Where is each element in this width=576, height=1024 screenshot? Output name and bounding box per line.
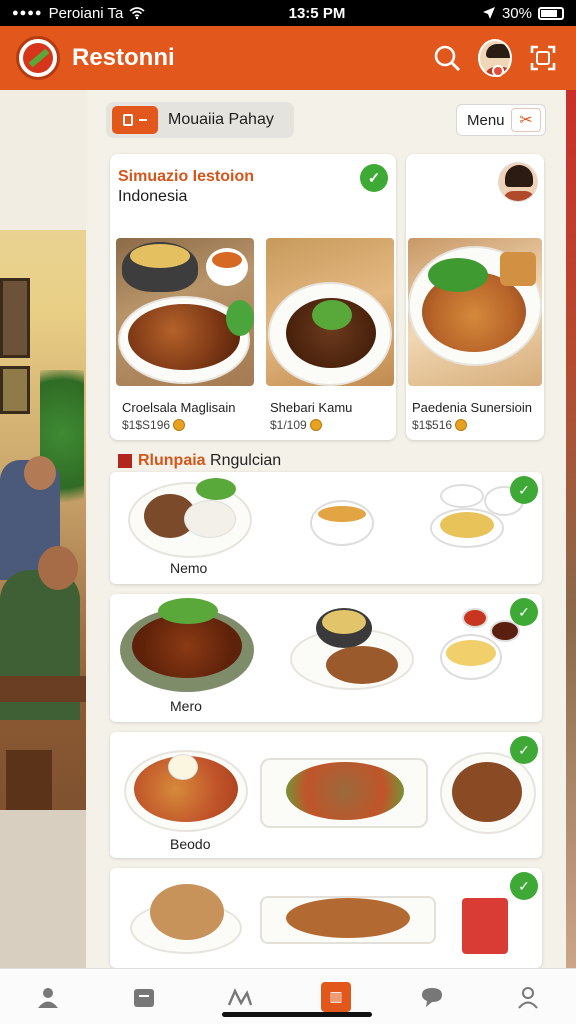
add-check-icon[interactable]: ✓ xyxy=(510,736,538,764)
menu-item-label: Nemo xyxy=(170,560,208,576)
dish-image[interactable] xyxy=(408,238,542,386)
battery-icon xyxy=(538,6,564,20)
menu-item-card[interactable]: Nemo ✓ xyxy=(110,472,542,584)
restaurant-name: Simuazio Iestoion xyxy=(118,168,255,185)
background-photo xyxy=(0,90,86,968)
section-header: Rlunpaia Rngulcian xyxy=(118,452,281,470)
orders-icon xyxy=(134,988,154,1007)
dish-image[interactable] xyxy=(116,238,254,386)
add-check-icon[interactable]: ✓ xyxy=(510,476,538,504)
location-label: Mouaiia Pahay xyxy=(168,111,274,128)
restaurant-card[interactable]: Paedenia Sunersioin $1$516 xyxy=(406,154,544,440)
scan-button[interactable] xyxy=(526,41,560,75)
search-button[interactable] xyxy=(430,41,464,75)
coin-icon xyxy=(173,419,186,431)
menu-button[interactable]: Menu ✂ xyxy=(456,104,546,136)
dish-price: $1/109 xyxy=(270,418,322,432)
app-logo[interactable] xyxy=(16,36,60,80)
section-marker-icon xyxy=(118,454,132,468)
section-title-rest: Rngulcian xyxy=(205,452,282,469)
status-bar: ●●●● Peroiani Ta 13:5 PM 30% xyxy=(0,0,576,26)
home-indicator xyxy=(222,1012,372,1017)
menu-item-label: Mero xyxy=(170,698,202,714)
section-title: Rlunpaia Rngulcian xyxy=(138,452,281,470)
add-check-icon[interactable]: ✓ xyxy=(510,872,538,900)
menu-button-label: Menu xyxy=(467,111,505,129)
location-selector[interactable]: Mouaiia Pahay xyxy=(106,102,294,138)
menu-item-card[interactable]: ✓ xyxy=(110,868,542,968)
background-photo-right xyxy=(566,90,576,968)
store-icon xyxy=(112,106,158,134)
dish-image[interactable] xyxy=(266,238,394,386)
profile-icon xyxy=(38,987,58,1008)
battery-percent: 30% xyxy=(501,4,532,22)
nav-orders[interactable] xyxy=(122,975,166,1019)
dish-name: Croelsala Maglisain xyxy=(122,400,236,415)
dish-name: Shebari Kamu xyxy=(270,400,353,415)
chat-icon xyxy=(422,987,442,1007)
price-text: $1/109 xyxy=(270,418,307,432)
signal-icon: ●●●● xyxy=(12,7,43,19)
verified-check-icon: ✓ xyxy=(360,164,388,192)
coin-icon xyxy=(309,419,322,431)
section-title-accent: Rlunpaia xyxy=(138,452,206,469)
search-icon xyxy=(434,45,460,71)
location-arrow-icon xyxy=(482,7,495,19)
coin-icon xyxy=(455,419,468,431)
notification-dot xyxy=(492,65,504,77)
price-text: $1$S196 xyxy=(122,418,171,432)
cutlery-icon: ✂ xyxy=(511,108,541,132)
menu-item-card[interactable]: Mero ✓ xyxy=(110,594,542,722)
nav-chat[interactable] xyxy=(410,975,454,1019)
dish-price: $1$516 xyxy=(412,418,468,432)
price-text: $1$516 xyxy=(412,418,453,432)
menu-tab-icon: ▥ xyxy=(321,981,351,1012)
wifi-icon xyxy=(129,7,145,19)
nav-profile[interactable] xyxy=(26,975,70,1019)
menu-item-card[interactable]: Beodo ✓ xyxy=(110,732,542,858)
host-avatar xyxy=(498,162,538,202)
account-icon xyxy=(518,986,538,1009)
dish-name: Paedenia Sunersioin xyxy=(412,400,532,415)
nav-account[interactable] xyxy=(506,975,550,1019)
status-time: 13:5 PM xyxy=(288,4,346,22)
dish-price: $1$S196 xyxy=(122,418,186,432)
routes-icon xyxy=(227,987,253,1005)
app-bar: Restonni xyxy=(0,26,576,90)
carrier-label: Peroiani Ta xyxy=(48,4,124,22)
restaurant-country: Indonesia xyxy=(118,188,188,205)
add-check-icon[interactable]: ✓ xyxy=(510,598,538,626)
app-title: Restonni xyxy=(72,44,175,71)
menu-sheet: Mouaiia Pahay Menu ✂ Simuazio Iestoion I… xyxy=(88,90,566,968)
menu-item-label: Beodo xyxy=(170,836,211,852)
restaurant-card[interactable]: Simuazio Iestoion Indonesia ✓ Croelsala … xyxy=(110,154,396,440)
scan-icon xyxy=(530,45,556,71)
